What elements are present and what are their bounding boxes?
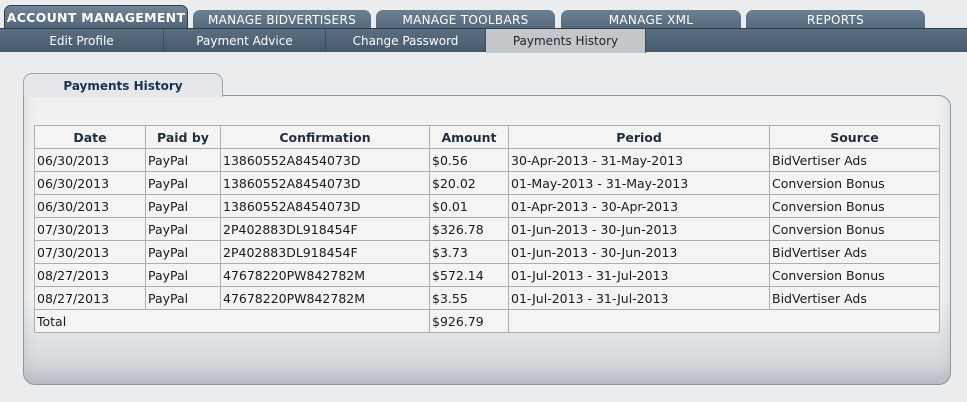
cell-source: BidVertiser Ads	[769, 286, 940, 310]
header-date: Date	[34, 125, 146, 149]
cell-confirmation: 2P402883DL918454F	[220, 217, 430, 241]
panel-title: Payments History	[23, 73, 223, 97]
table-row: 06/30/2013 PayPal 13860552A8454073D $0.0…	[34, 194, 940, 218]
table-row: 08/27/2013 PayPal 47678220PW842782M $572…	[34, 263, 940, 287]
cell-amount: $20.02	[429, 171, 509, 195]
table-row: 06/30/2013 PayPal 13860552A8454073D $0.5…	[34, 148, 940, 172]
cell-period: 01-Jun-2013 - 30-Jun-2013	[508, 217, 770, 241]
cell-source: BidVertiser Ads	[769, 148, 940, 172]
tab-reports[interactable]: REPORTS	[746, 10, 925, 28]
table-row: 07/30/2013 PayPal 2P402883DL918454F $326…	[34, 217, 940, 241]
cell-period: 01-Apr-2013 - 30-Apr-2013	[508, 194, 770, 218]
cell-date: 06/30/2013	[34, 171, 146, 195]
total-label: Total	[34, 309, 430, 333]
header-period: Period	[508, 125, 770, 149]
cell-paid-by: PayPal	[145, 148, 221, 172]
cell-confirmation: 13860552A8454073D	[220, 148, 430, 172]
cell-period: 01-May-2013 - 31-May-2013	[508, 171, 770, 195]
cell-amount: $3.73	[429, 240, 509, 264]
sub-tab-bar: Edit Profile Payment Advice Change Passw…	[0, 28, 967, 53]
cell-paid-by: PayPal	[145, 240, 221, 264]
cell-amount: $326.78	[429, 217, 509, 241]
cell-paid-by: PayPal	[145, 263, 221, 287]
subtab-payments-history[interactable]: Payments History	[486, 29, 646, 53]
payments-table: Date Paid by Confirmation Amount Period …	[34, 125, 940, 333]
cell-amount: $0.56	[429, 148, 509, 172]
subtab-change-password[interactable]: Change Password	[326, 29, 486, 52]
tab-manage-xml[interactable]: MANAGE XML	[561, 10, 741, 28]
header-paid-by: Paid by	[145, 125, 221, 149]
cell-paid-by: PayPal	[145, 194, 221, 218]
cell-date: 07/30/2013	[34, 240, 146, 264]
table-header-row: Date Paid by Confirmation Amount Period …	[34, 125, 940, 149]
subtab-edit-profile[interactable]: Edit Profile	[0, 29, 164, 52]
subtab-payment-advice[interactable]: Payment Advice	[164, 29, 326, 52]
cell-source: Conversion Bonus	[769, 171, 940, 195]
header-confirmation: Confirmation	[220, 125, 430, 149]
cell-period: 01-Jul-2013 - 31-Jul-2013	[508, 286, 770, 310]
cell-period: 01-Jun-2013 - 30-Jun-2013	[508, 240, 770, 264]
header-amount: Amount	[429, 125, 509, 149]
table-row: 08/27/2013 PayPal 47678220PW842782M $3.5…	[34, 286, 940, 310]
cell-paid-by: PayPal	[145, 171, 221, 195]
cell-confirmation: 47678220PW842782M	[220, 263, 430, 287]
cell-date: 07/30/2013	[34, 217, 146, 241]
cell-confirmation: 47678220PW842782M	[220, 286, 430, 310]
table-row: 07/30/2013 PayPal 2P402883DL918454F $3.7…	[34, 240, 940, 264]
cell-period: 30-Apr-2013 - 31-May-2013	[508, 148, 770, 172]
tab-manage-toolbars[interactable]: MANAGE TOOLBARS	[376, 10, 555, 28]
cell-source: Conversion Bonus	[769, 194, 940, 218]
cell-confirmation: 13860552A8454073D	[220, 171, 430, 195]
cell-paid-by: PayPal	[145, 217, 221, 241]
cell-source: Conversion Bonus	[769, 217, 940, 241]
cell-paid-by: PayPal	[145, 286, 221, 310]
cell-period: 01-Jul-2013 - 31-Jul-2013	[508, 263, 770, 287]
table-row: 06/30/2013 PayPal 13860552A8454073D $20.…	[34, 171, 940, 195]
cell-date: 06/30/2013	[34, 194, 146, 218]
table-total-row: Total $926.79	[34, 309, 940, 333]
cell-date: 08/27/2013	[34, 286, 146, 310]
cell-date: 06/30/2013	[34, 148, 146, 172]
cell-date: 08/27/2013	[34, 263, 146, 287]
cell-confirmation: 2P402883DL918454F	[220, 240, 430, 264]
tab-manage-bidvertisers[interactable]: MANAGE BIDVERTISERS	[193, 10, 371, 28]
cell-amount: $3.55	[429, 286, 509, 310]
main-tab-bar: ACCOUNT MANAGEMENT MANAGE BIDVERTISERS M…	[0, 0, 967, 29]
total-amount: $926.79	[429, 309, 509, 333]
cell-amount: $572.14	[429, 263, 509, 287]
tab-account-management[interactable]: ACCOUNT MANAGEMENT	[4, 5, 188, 29]
cell-source: Conversion Bonus	[769, 263, 940, 287]
cell-confirmation: 13860552A8454073D	[220, 194, 430, 218]
header-source: Source	[769, 125, 940, 149]
total-filler	[508, 309, 940, 333]
cell-source: BidVertiser Ads	[769, 240, 940, 264]
cell-amount: $0.01	[429, 194, 509, 218]
